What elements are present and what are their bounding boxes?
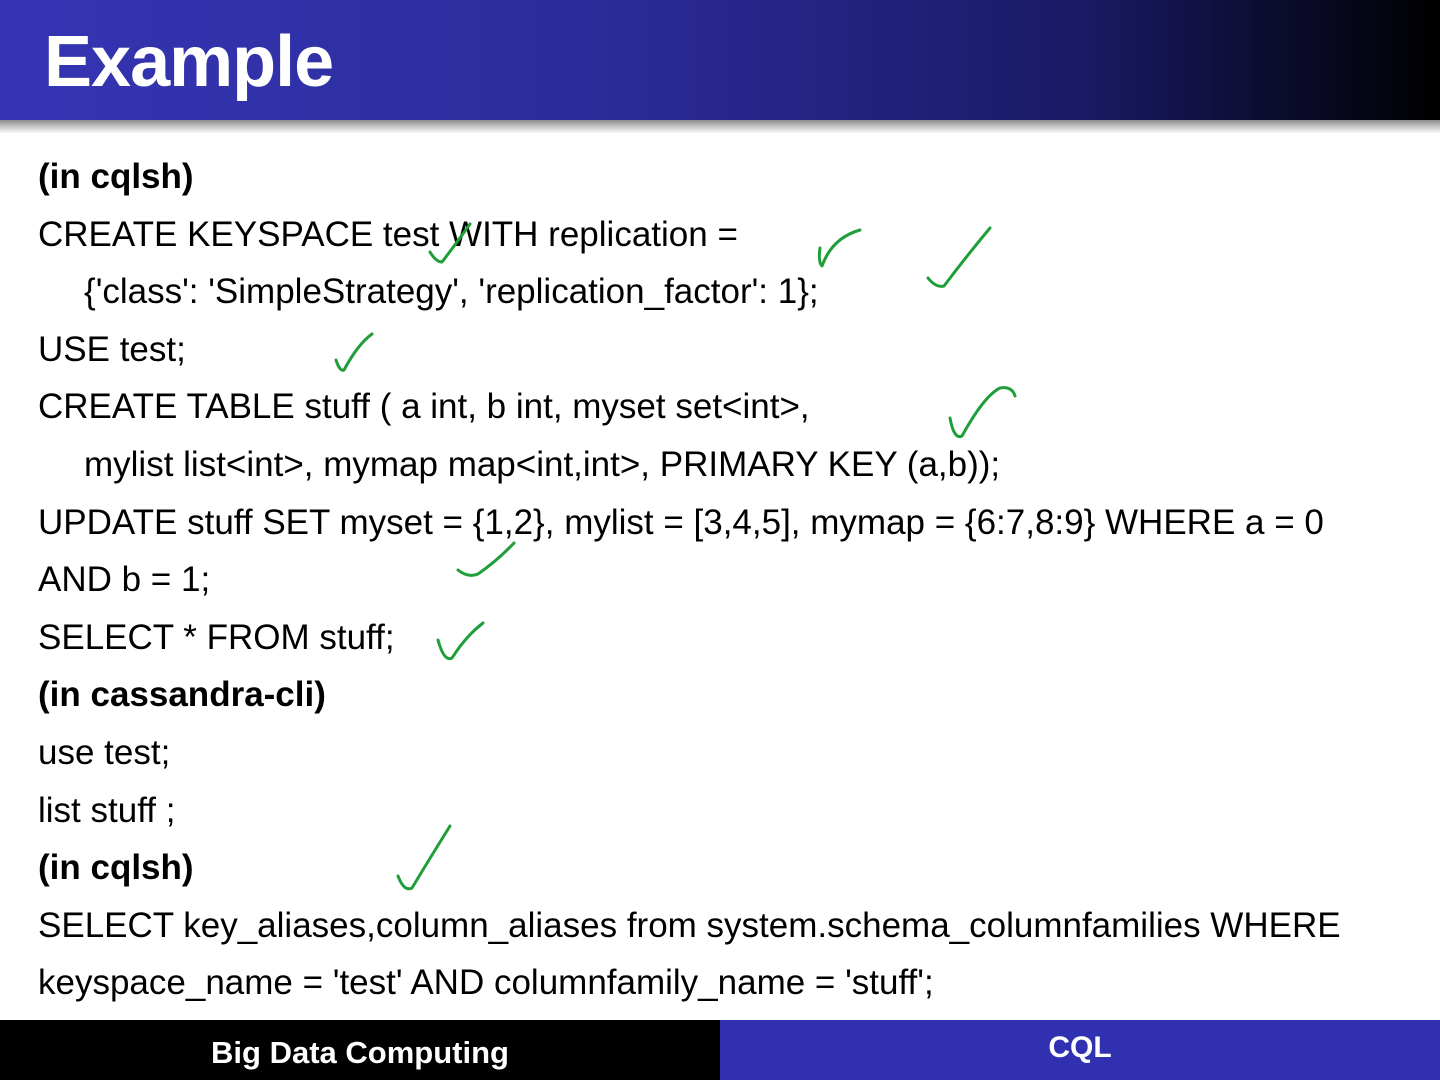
slide-body: (in cqlsh) CREATE KEYSPACE test WITH rep… — [38, 148, 1418, 1012]
code-line: CREATE TABLE stuff ( a int, b int, myset… — [38, 387, 810, 427]
code-line: keyspace_name = 'test' AND columnfamily_… — [38, 963, 934, 1003]
code-line: mylist list<int>, mymap map<int,int>, PR… — [84, 444, 1001, 484]
code-line: UPDATE stuff SET myset = {1,2}, mylist =… — [38, 502, 1324, 542]
code-line: USE test; — [38, 329, 186, 369]
code-line: CREATE KEYSPACE test WITH replication = — [38, 214, 738, 254]
section-label-cassandra-cli: (in cassandra-cli) — [38, 675, 326, 715]
code-line: SELECT key_aliases,column_aliases from s… — [38, 905, 1341, 945]
code-line: SELECT * FROM stuff; — [38, 617, 395, 657]
section-label-cqlsh: (in cqlsh) — [38, 157, 194, 196]
slide-title: Example — [44, 22, 334, 102]
footer-course-name: Big Data Computing — [0, 1020, 720, 1080]
section-label-cqlsh: (in cqlsh) — [38, 848, 194, 888]
code-line: list stuff ; — [38, 790, 176, 830]
code-line: AND b = 1; — [38, 560, 211, 600]
code-line: use test; — [38, 732, 171, 772]
footer-topic: CQL — [720, 1020, 1440, 1080]
title-bar-shadow — [0, 120, 1440, 134]
code-line: {'class': 'SimpleStrategy', 'replication… — [84, 272, 819, 312]
